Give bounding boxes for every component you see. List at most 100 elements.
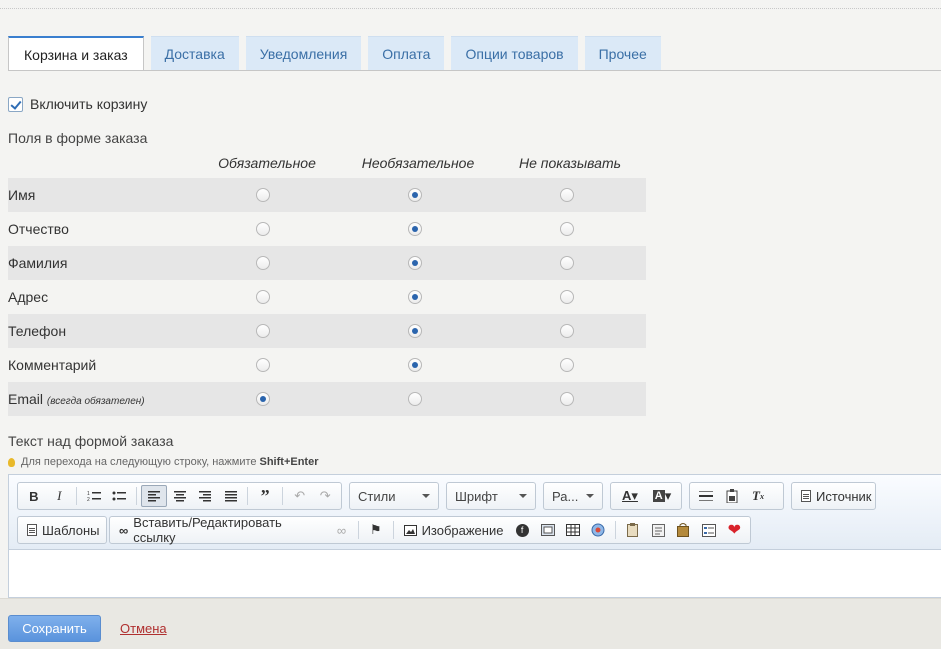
align-left-button[interactable] <box>141 485 167 507</box>
clipboard-icon[interactable] <box>620 519 645 541</box>
horizontal-line-icon[interactable] <box>693 485 719 507</box>
table-row: Email (всегда обязателен) <box>8 382 646 416</box>
hint: Для перехода на следующую строку, нажмит… <box>8 456 318 468</box>
anchor-flag-icon[interactable]: ⚑ <box>363 519 388 541</box>
size-dropdown[interactable]: Ра... <box>543 482 603 510</box>
text-color-icon[interactable]: A▾ <box>614 485 646 507</box>
radio-optional[interactable] <box>408 188 422 202</box>
tab-payment[interactable]: Оплата <box>368 36 445 70</box>
source-button[interactable]: Источник <box>795 485 878 507</box>
tab-notifications[interactable]: Уведомления <box>245 36 362 70</box>
field-name: Отчество <box>8 221 69 237</box>
size-label: Ра... <box>552 488 579 504</box>
blockquote-icon[interactable]: ” <box>252 485 278 507</box>
radio-required[interactable] <box>256 222 270 236</box>
misc-group: Tx <box>689 482 784 510</box>
enable-cart-label[interactable]: Включить корзину <box>30 96 147 112</box>
radio-required[interactable] <box>256 290 270 304</box>
tab-product-options[interactable]: Опции товаров <box>451 36 578 70</box>
flash-icon[interactable]: f <box>509 519 534 541</box>
radio-required[interactable] <box>256 256 270 270</box>
chevron-down-icon <box>586 494 594 498</box>
tab-other[interactable]: Прочее <box>584 36 661 70</box>
styles-dropdown[interactable]: Стили <box>349 482 439 510</box>
field-name: Фамилия <box>8 255 68 271</box>
bold-button[interactable]: B <box>21 485 47 507</box>
table-row: Телефон <box>8 314 646 348</box>
align-left-icon <box>147 490 160 501</box>
background-color-icon[interactable]: A ▾ <box>646 485 678 507</box>
templates-button[interactable]: Шаблоны <box>21 519 106 541</box>
enable-cart-checkbox[interactable] <box>8 96 23 112</box>
remove-format-icon[interactable]: Tx <box>745 485 771 507</box>
radio-optional[interactable] <box>408 392 422 406</box>
paste-icon[interactable] <box>719 485 745 507</box>
radio-hidden[interactable] <box>560 358 574 372</box>
field-label: Адрес <box>8 289 48 305</box>
link-icon: ∞ <box>119 522 129 538</box>
justify-icon <box>224 490 237 501</box>
italic-button[interactable]: I <box>47 485 73 507</box>
media-icon[interactable] <box>586 519 611 541</box>
chevron-down-icon <box>519 494 527 498</box>
font-label: Шрифт <box>455 488 498 504</box>
field-label: Имя <box>8 187 35 203</box>
table-row: Имя <box>8 178 646 212</box>
heart-icon[interactable]: ❤ <box>722 519 747 541</box>
table-row: Отчество <box>8 212 646 246</box>
fields-section-title: Поля в форме заказа <box>8 130 148 146</box>
radio-optional[interactable] <box>408 290 422 304</box>
radio-hidden[interactable] <box>560 188 574 202</box>
radio-optional[interactable] <box>408 222 422 236</box>
numbered-list-button[interactable]: 12 <box>81 485 107 507</box>
radio-hidden[interactable] <box>560 324 574 338</box>
numbered-list-icon: 12 <box>87 491 101 502</box>
link-button[interactable]: ∞ Вставить/Редактировать ссылку <box>113 515 329 545</box>
chevron-down-icon <box>422 494 430 498</box>
table-icon[interactable] <box>560 519 585 541</box>
radio-optional[interactable] <box>408 324 422 338</box>
save-button[interactable]: Сохранить <box>8 615 101 642</box>
iframe-icon[interactable] <box>535 519 560 541</box>
document-icon[interactable] <box>645 519 670 541</box>
table-row: Комментарий <box>8 348 646 382</box>
cancel-link[interactable]: Отмена <box>120 621 167 636</box>
field-label: Email (всегда обязателен) <box>8 391 145 407</box>
color-group: A▾ A ▾ <box>610 482 682 510</box>
bulleted-list-button[interactable] <box>107 485 133 507</box>
radio-hidden[interactable] <box>560 290 574 304</box>
radio-hidden[interactable] <box>560 256 574 270</box>
redo-icon[interactable]: ↷ <box>312 485 338 507</box>
tab-delivery[interactable]: Доставка <box>150 36 239 70</box>
radio-required[interactable] <box>256 188 270 202</box>
radio-required[interactable] <box>256 358 270 372</box>
editor-content-area[interactable] <box>9 550 941 597</box>
hint-keys: Shift+Enter <box>259 456 319 468</box>
separator <box>136 487 138 505</box>
image-button[interactable]: Изображение <box>398 519 510 541</box>
source-group: Источник <box>791 482 876 510</box>
undo-icon[interactable]: ↶ <box>287 485 313 507</box>
radio-optional[interactable] <box>408 358 422 372</box>
shopping-bag-icon[interactable] <box>671 519 696 541</box>
tab-cart-order[interactable]: Корзина и заказ <box>8 36 144 71</box>
top-divider <box>0 8 941 9</box>
radio-hidden[interactable] <box>560 222 574 236</box>
align-right-button[interactable] <box>192 485 218 507</box>
form-icon[interactable] <box>696 519 721 541</box>
link-label: Вставить/Редактировать ссылку <box>133 515 282 545</box>
align-center-button[interactable] <box>167 485 193 507</box>
editor-toolbar: B I 12 ” ↶ ↷ Стили Шрифт Ра... A▾ A ▾ T … <box>9 475 941 550</box>
enable-cart-row: Включить корзину <box>8 96 147 112</box>
justify-button[interactable] <box>218 485 244 507</box>
radio-hidden[interactable] <box>560 392 574 406</box>
image-icon <box>403 524 417 536</box>
radio-optional[interactable] <box>408 256 422 270</box>
separator <box>281 487 283 505</box>
radio-required[interactable] <box>256 392 270 406</box>
field-label: Отчество <box>8 221 69 237</box>
table-row: Адрес <box>8 280 646 314</box>
radio-required[interactable] <box>256 324 270 338</box>
font-dropdown[interactable]: Шрифт <box>446 482 536 510</box>
unlink-icon[interactable]: ∞ <box>329 519 354 541</box>
